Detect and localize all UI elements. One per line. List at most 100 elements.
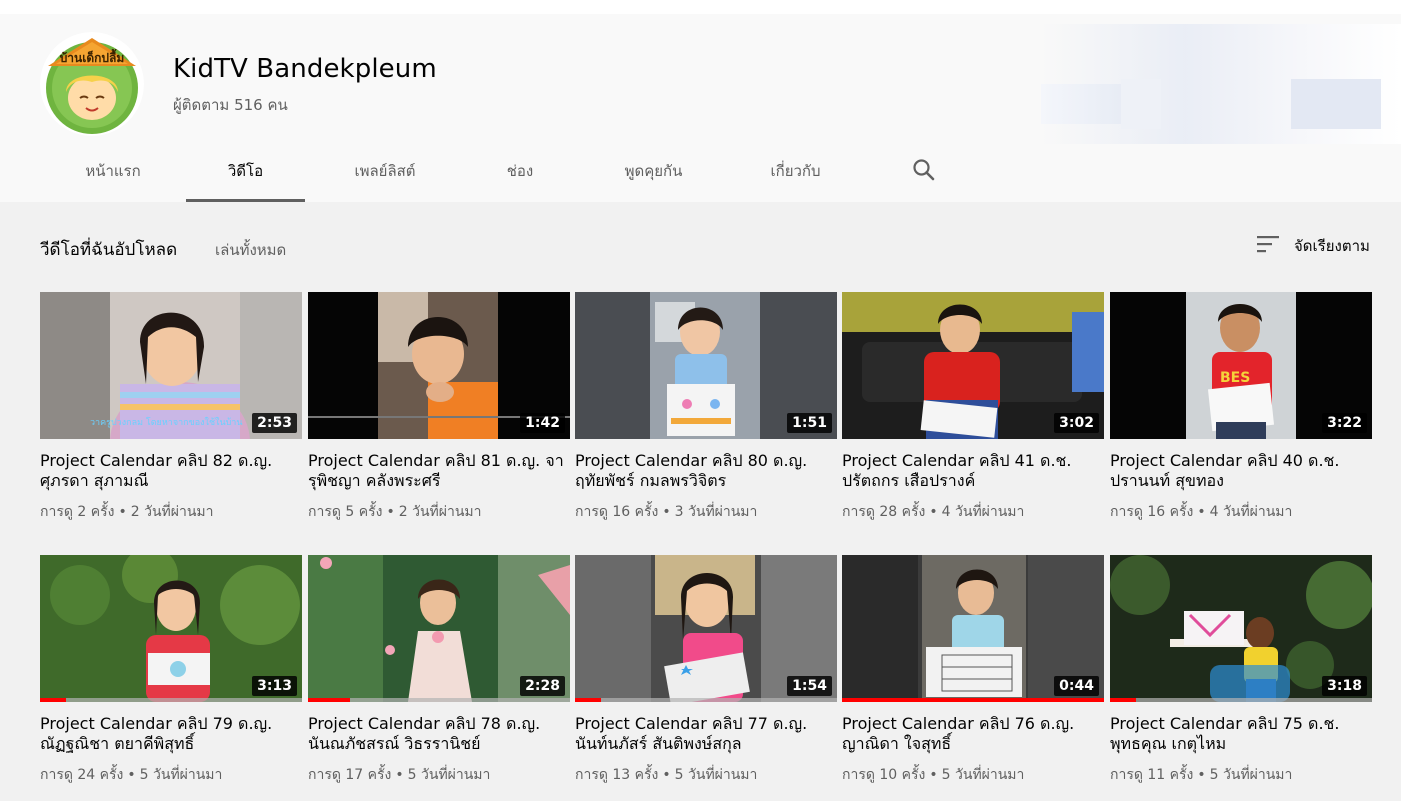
video-duration: 1:42 xyxy=(520,413,565,433)
watch-progress xyxy=(40,698,67,702)
video-card[interactable]: 2:28 Project Calendar คลิป 78 ด.ญ. นันณภ… xyxy=(308,555,570,786)
upload-age: 2 วันที่ผ่านมา xyxy=(398,504,482,520)
view-count: การดู 10 ครั้ง xyxy=(842,767,926,783)
channel-header: บ้านเด็กปลื้ม KidTV Bandekpleum ผู้ติดตา… xyxy=(0,14,1401,202)
video-card[interactable]: 1:54 Project Calendar คลิป 77 ด.ญ. นันท์… xyxy=(575,555,837,786)
watch-progress xyxy=(1110,698,1137,702)
video-meta: การดู 2 ครั้ง • 2 วันที่ผ่านมา xyxy=(40,504,214,520)
tab-home[interactable]: หน้าแรก xyxy=(40,140,186,202)
video-card[interactable]: 1:42 Project Calendar คลิป 81 ด.ญ. จารุพ… xyxy=(308,292,570,523)
video-duration: 2:53 xyxy=(252,413,297,433)
view-count: การดู 5 ครั้ง xyxy=(308,504,383,520)
video-card[interactable]: 3:02 Project Calendar คลิป 41 ด.ช. ปรัตถ… xyxy=(842,292,1104,523)
view-count: การดู 13 ครั้ง xyxy=(575,767,659,783)
upload-age: 4 วันที่ผ่านมา xyxy=(941,504,1025,520)
video-duration: 3:13 xyxy=(252,676,297,696)
video-meta: การดู 13 ครั้ง • 5 วันที่ผ่านมา xyxy=(575,767,758,783)
video-card[interactable]: 1:51 Project Calendar คลิป 80 ด.ญ. ฤทัยพ… xyxy=(575,292,837,523)
video-thumbnail[interactable]: 3:02 xyxy=(842,292,1104,439)
upload-age: 2 วันที่ผ่านมา xyxy=(130,504,214,520)
tab-label: หน้าแรก xyxy=(85,162,141,180)
video-card[interactable]: 3:18 Project Calendar คลิป 75 ด.ช. พุทธค… xyxy=(1110,555,1372,786)
video-meta: การดู 5 ครั้ง • 2 วันที่ผ่านมา xyxy=(308,504,482,520)
video-thumbnail[interactable]: วาครูปวงกลม โดยหาจากของใช้ในบ้าน 2:53 xyxy=(40,292,302,439)
video-title[interactable]: Project Calendar คลิป 81 ด.ญ. จารุพิชญา … xyxy=(308,451,570,491)
video-duration: 2:28 xyxy=(520,676,565,696)
video-title[interactable]: Project Calendar คลิป 80 ด.ญ. ฤทัยพัชร์ … xyxy=(575,451,837,491)
channel-logo-text: บ้านเด็กปลื้ม xyxy=(60,48,125,65)
tab-videos[interactable]: วิดีโอ xyxy=(186,140,305,202)
video-title[interactable]: Project Calendar คลิป 77 ด.ญ. นันท์นภัสร… xyxy=(575,714,837,754)
thumbnail-caption: วาครูปวงกลม โดยหาจากของใช้ในบ้าน xyxy=(90,417,243,428)
video-card[interactable]: 3:13 Project Calendar คลิป 79 ด.ญ. ณัฏฐณ… xyxy=(40,555,302,786)
upload-age: 5 วันที่ผ่านมา xyxy=(407,767,491,783)
video-title[interactable]: Project Calendar คลิป 41 ด.ช. ปรัตถกร เส… xyxy=(842,451,1104,491)
video-duration: 1:51 xyxy=(787,413,832,433)
video-duration: 3:22 xyxy=(1322,413,1367,433)
tab-playlists[interactable]: เพลย์ลิสต์ xyxy=(305,140,465,202)
play-all-link[interactable]: เล่นทั้งหมด xyxy=(215,238,286,262)
video-title[interactable]: Project Calendar คลิป 75 ด.ช. พุทธคุณ เก… xyxy=(1110,714,1372,754)
watch-progress xyxy=(842,698,1104,702)
view-count: การดู 24 ครั้ง xyxy=(40,767,124,783)
view-count: การดู 17 ครั้ง xyxy=(308,767,392,783)
sort-label: จัดเรียงตาม xyxy=(1294,237,1370,255)
tab-about[interactable]: เกี่ยวกับ xyxy=(732,140,859,202)
video-thumbnail[interactable]: 3:13 xyxy=(40,555,302,702)
video-meta: การดู 28 ครั้ง • 4 วันที่ผ่านมา xyxy=(842,504,1025,520)
tab-label: ช่อง xyxy=(506,162,534,180)
watch-progress-track xyxy=(40,698,302,702)
video-card[interactable]: 0:44 Project Calendar คลิป 76 ด.ญ. ญาณิด… xyxy=(842,555,1104,786)
video-title[interactable]: Project Calendar คลิป 82 ด.ญ. ศุภรดา สุภ… xyxy=(40,451,302,491)
video-meta: การดู 17 ครั้ง • 5 วันที่ผ่านมา xyxy=(308,767,491,783)
channel-tabs: หน้าแรก วิดีโอ เพลย์ลิสต์ ช่อง พูดคุยกัน… xyxy=(40,140,859,202)
video-duration: 1:54 xyxy=(787,676,832,696)
tab-channels[interactable]: ช่อง xyxy=(465,140,575,202)
view-count: การดู 11 ครั้ง xyxy=(1110,767,1194,783)
video-meta: การดู 24 ครั้ง • 5 วันที่ผ่านมา xyxy=(40,767,223,783)
video-thumbnail[interactable]: 1:42 xyxy=(308,292,570,439)
video-title[interactable]: Project Calendar คลิป 76 ด.ญ. ญาณิดา ใจส… xyxy=(842,714,1104,754)
tab-label: วิดีโอ xyxy=(227,162,264,180)
video-title[interactable]: Project Calendar คลิป 79 ด.ญ. ณัฏฐณิชา ต… xyxy=(40,714,302,754)
upload-age: 5 วันที่ผ่านมา xyxy=(139,767,223,783)
upload-age: 3 วันที่ผ่านมา xyxy=(674,504,758,520)
video-thumbnail[interactable]: 1:54 xyxy=(575,555,837,702)
upload-age: 5 วันที่ผ่านมา xyxy=(674,767,758,783)
video-title[interactable]: Project Calendar คลิป 40 ด.ช. ปรานนท์ สุ… xyxy=(1110,451,1372,491)
channel-name: KidTV Bandekpleum xyxy=(173,54,437,84)
watch-progress xyxy=(308,698,350,702)
view-count: การดู 2 ครั้ง xyxy=(40,504,115,520)
top-strip xyxy=(0,0,1401,14)
tab-community[interactable]: พูดคุยกัน xyxy=(575,140,732,202)
video-card[interactable]: วาครูปวงกลม โดยหาจากของใช้ในบ้าน 2:53 Pr… xyxy=(40,292,302,523)
upload-age: 5 วันที่ผ่านมา xyxy=(1209,767,1293,783)
upload-age: 4 วันที่ผ่านมา xyxy=(1209,504,1293,520)
video-thumbnail[interactable]: 2:28 xyxy=(308,555,570,702)
video-card[interactable]: BES 3:22 Project Calendar คลิป 40 ด.ช. ป… xyxy=(1110,292,1372,523)
svg-text:BES: BES xyxy=(1220,370,1250,386)
video-meta: การดู 16 ครั้ง • 3 วันที่ผ่านมา xyxy=(575,504,758,520)
upload-age: 5 วันที่ผ่านมา xyxy=(941,767,1025,783)
video-duration: 3:18 xyxy=(1322,676,1367,696)
search-icon[interactable] xyxy=(910,156,938,184)
sort-button[interactable]: จัดเรียงตาม xyxy=(1256,234,1370,258)
tab-label: พูดคุยกัน xyxy=(624,162,683,180)
view-count: การดู 28 ครั้ง xyxy=(842,504,926,520)
section-title: วีดีโอที่ฉันอัปโหลด xyxy=(40,240,178,260)
video-duration: 0:44 xyxy=(1054,676,1099,696)
video-thumbnail[interactable]: 0:44 xyxy=(842,555,1104,702)
video-thumbnail[interactable]: 3:18 xyxy=(1110,555,1372,702)
watch-progress xyxy=(575,698,602,702)
video-title[interactable]: Project Calendar คลิป 78 ด.ญ. นันณภัชสรณ… xyxy=(308,714,570,754)
video-thumbnail[interactable]: BES 3:22 xyxy=(1110,292,1372,439)
video-meta: การดู 10 ครั้ง • 5 วันที่ผ่านมา xyxy=(842,767,1025,783)
video-thumbnail[interactable]: 1:51 xyxy=(575,292,837,439)
video-meta: การดู 16 ครั้ง • 4 วันที่ผ่านมา xyxy=(1110,504,1293,520)
channel-avatar[interactable]: บ้านเด็กปลื้ม xyxy=(40,32,144,136)
video-duration: 3:02 xyxy=(1054,413,1099,433)
subscriber-count: ผู้ติดตาม 516 คน xyxy=(173,96,288,114)
video-meta: การดู 11 ครั้ง • 5 วันที่ผ่านมา xyxy=(1110,767,1293,783)
sort-icon xyxy=(1256,234,1282,258)
view-count: การดู 16 ครั้ง xyxy=(1110,504,1194,520)
